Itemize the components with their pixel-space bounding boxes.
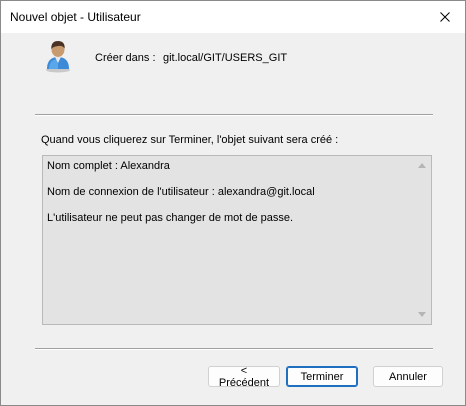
summary-full-name: Nom complet : Alexandra [47, 160, 170, 172]
summary-textbox[interactable]: Nom complet : Alexandra Nom de connexion… [42, 155, 432, 325]
scroll-down-arrow-icon[interactable] [418, 312, 426, 317]
create-in-path: git.local/GIT/USERS_GIT [163, 52, 288, 64]
bottom-divider [35, 348, 433, 350]
user-icon [46, 41, 70, 73]
title-bar: Nouvel objet - Utilisateur [1, 1, 465, 33]
summary-scrollbar[interactable] [414, 156, 431, 324]
summary-password-option: L'utilisateur ne peut pas changer de mot… [47, 212, 294, 224]
cancel-button[interactable]: Annuler [373, 366, 443, 387]
previous-button[interactable]: < Précédent [208, 365, 280, 389]
close-icon [440, 12, 450, 22]
close-button[interactable] [425, 1, 465, 33]
new-user-dialog: Nouvel objet - Utilisateur Créer dans : … [0, 0, 466, 406]
summary-intro-text: Quand vous cliquerez sur Terminer, l'obj… [41, 134, 339, 146]
summary-logon-name: Nom de connexion de l'utilisateur : alex… [47, 186, 315, 198]
finish-button[interactable]: Terminer [286, 366, 358, 387]
window-title: Nouvel objet - Utilisateur [10, 10, 141, 24]
create-in-label: Créer dans : [95, 52, 156, 64]
top-divider [35, 114, 433, 116]
scroll-up-arrow-icon[interactable] [418, 163, 426, 168]
